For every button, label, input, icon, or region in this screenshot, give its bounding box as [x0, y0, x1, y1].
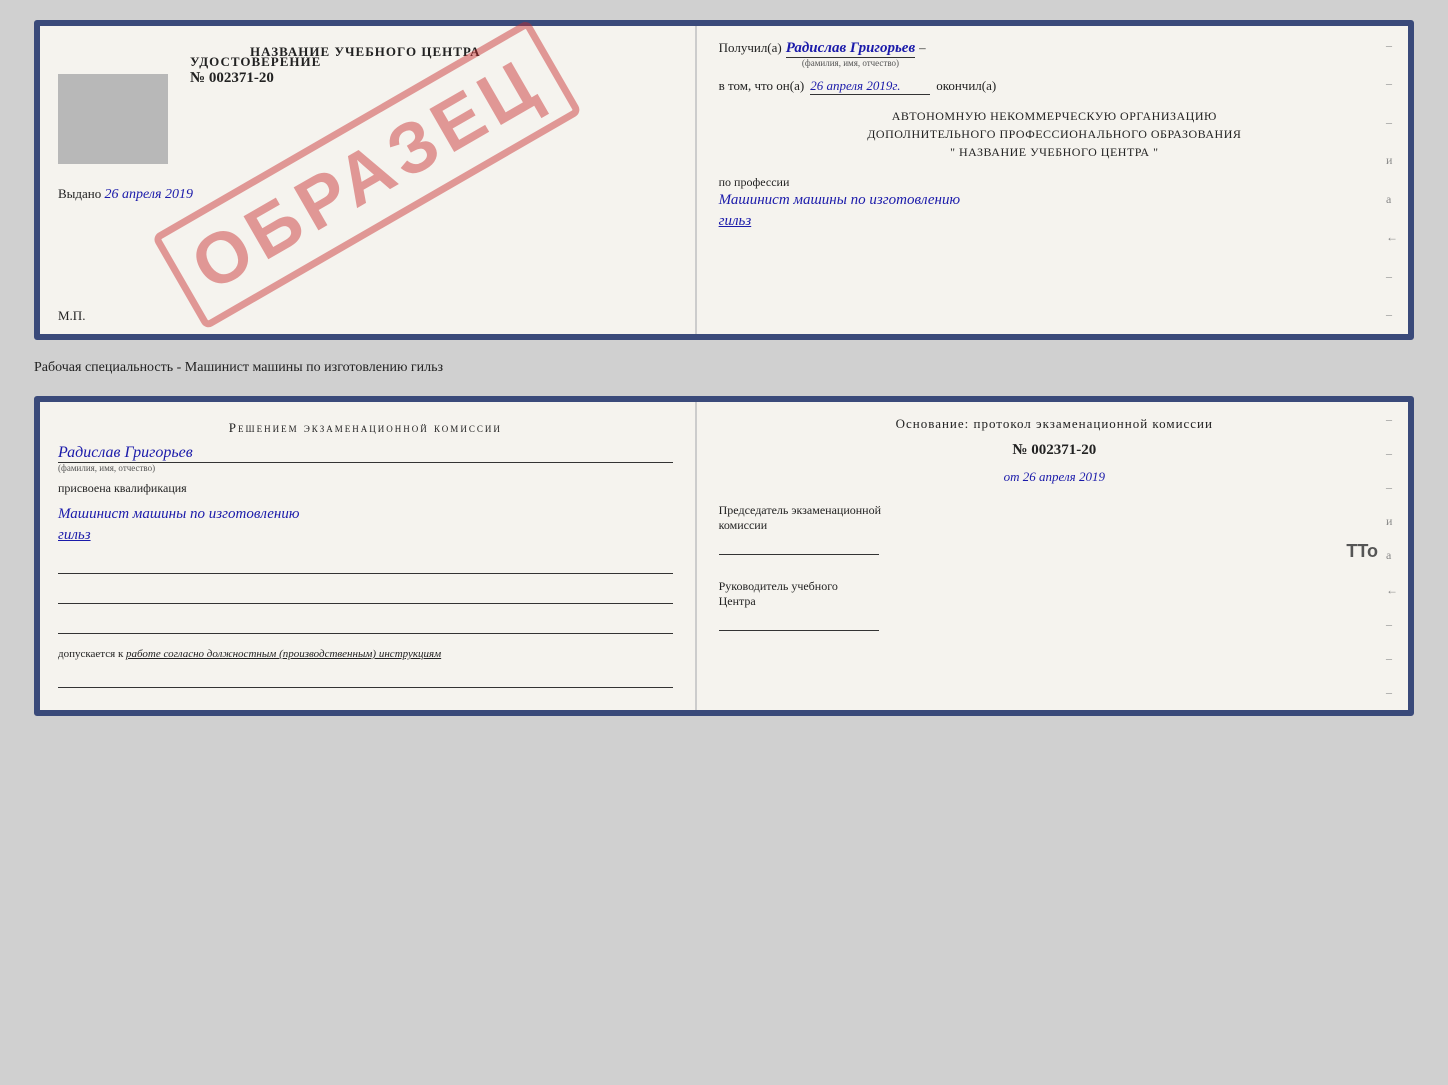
bottom-name-block: Радислав Григорьев (фамилия, имя, отчест…: [58, 444, 673, 473]
top-doc-left: НАЗВАНИЕ УЧЕБНОГО ЦЕНТРА УДОСТОВЕРЕНИЕ №…: [40, 26, 697, 334]
rukovoditel-line2: Центра: [719, 594, 1390, 609]
predsedatel-block: Председатель экзаменационной комиссии: [719, 503, 1390, 559]
bottom-doc-left: Решением экзаменационной комиссии Радисл…: [40, 402, 697, 710]
po-professii: по профессии: [719, 175, 1390, 190]
vtom-date: 26 апреля 2019г.: [810, 78, 930, 95]
fio-hint-top: (фамилия, имя, отчество): [786, 58, 915, 68]
rukovoditel-block: Руководитель учебного Центра: [719, 579, 1390, 635]
profession-text2: гильз: [719, 211, 1390, 232]
mp-label: М.П.: [58, 308, 85, 324]
poluchil-name: Радислав Григорьев: [786, 40, 915, 58]
protocol-number: № 002371-20: [719, 442, 1390, 459]
resheniem-title: Решением экзаменационной комиссии: [58, 420, 673, 436]
rukovoditel-sign-line: [719, 613, 879, 631]
bottom-doc-right: Основание: протокол экзаменационной коми…: [697, 402, 1408, 710]
dopuskaetsya-block: допускается к работе согласно должностны…: [58, 648, 673, 660]
top-document: НАЗВАНИЕ УЧЕБНОГО ЦЕНТРА УДОСТОВЕРЕНИЕ №…: [34, 20, 1414, 340]
bottom-fio-hint: (фамилия, имя, отчество): [58, 463, 673, 473]
predsedatel-line1: Председатель экзаменационной: [719, 503, 1390, 518]
bottom-right-dashes: – – – и а ← – – –: [1386, 402, 1398, 710]
poluchil-prefix: Получил(а): [719, 40, 782, 56]
tto-label: TTo: [1346, 541, 1378, 562]
profession-text: Машинист машины по изготовлению: [719, 190, 1390, 211]
predsedatel-sign-line: [719, 537, 879, 555]
org-line1: АВТОНОМНУЮ НЕКОММЕРЧЕСКУЮ ОРГАНИЗАЦИЮ: [719, 107, 1390, 125]
underline-3: [58, 616, 673, 634]
kvali-text2: гильз: [58, 525, 673, 546]
stamp-area: УДОСТОВЕРЕНИЕ № 002371-20 Выдано 26 апре…: [58, 74, 673, 203]
vydano-line: Выдано 26 апреля 2019: [58, 186, 193, 203]
ot-prefix: от: [1004, 469, 1020, 484]
ot-date-block: от 26 апреля 2019: [719, 469, 1390, 485]
underline-4: [58, 670, 673, 688]
poluchil-line: Получил(а) Радислав Григорьев (фамилия, …: [719, 40, 1390, 68]
vydano-date: 26 апреля 2019: [105, 187, 193, 202]
vtom-line: в том, что он(а) 26 апреля 2019г. окончи…: [719, 78, 1390, 95]
photo-placeholder: [58, 74, 168, 164]
prisvoena-label: присвоена квалификация: [58, 481, 673, 496]
ot-date: 26 апреля 2019: [1023, 469, 1105, 484]
udostoverenie-number: № 002371-20: [190, 70, 321, 87]
okoncil-suffix: окончил(а): [936, 78, 996, 94]
dopuskaetsya-text: работе согласно должностным (производств…: [126, 648, 441, 660]
org-line2: ДОПОЛНИТЕЛЬНОГО ПРОФЕССИОНАЛЬНОГО ОБРАЗО…: [719, 125, 1390, 143]
right-side-dashes: – – – и а ← – –: [1386, 26, 1398, 334]
top-doc-right: Получил(а) Радислав Григорьев (фамилия, …: [697, 26, 1408, 334]
vtom-prefix: в том, что он(а): [719, 78, 805, 94]
subtitle-line: Рабочая специальность - Машинист машины …: [34, 358, 1414, 378]
udostoverenie-block: УДОСТОВЕРЕНИЕ № 002371-20: [190, 54, 321, 87]
kvali-text: Машинист машины по изготовлению: [58, 504, 673, 525]
dopuskaetsya-prefix: допускается к: [58, 648, 123, 660]
underline-1: [58, 556, 673, 574]
predsedatel-line2: комиссии: [719, 518, 1390, 533]
vydano-label: Выдано: [58, 186, 101, 201]
dash-after-name: –: [919, 40, 926, 56]
bottom-document: Решением экзаменационной комиссии Радисл…: [34, 396, 1414, 716]
underline-2: [58, 586, 673, 604]
org-name: " НАЗВАНИЕ УЧЕБНОГО ЦЕНТРА ": [719, 143, 1390, 161]
bottom-handwritten-name: Радислав Григорьев: [58, 444, 673, 463]
kvali-block: Машинист машины по изготовлению гильз: [58, 504, 673, 546]
top-left-title: НАЗВАНИЕ УЧЕБНОГО ЦЕНТРА: [58, 44, 673, 60]
udostoverenie-label: УДОСТОВЕРЕНИЕ: [190, 54, 321, 70]
org-block: АВТОНОМНУЮ НЕКОММЕРЧЕСКУЮ ОРГАНИЗАЦИЮ ДО…: [719, 107, 1390, 161]
rukovoditel-line1: Руководитель учебного: [719, 579, 1390, 594]
osnovanie-title: Основание: протокол экзаменационной коми…: [719, 416, 1390, 432]
profession-block: по профессии Машинист машины по изготовл…: [719, 175, 1390, 232]
